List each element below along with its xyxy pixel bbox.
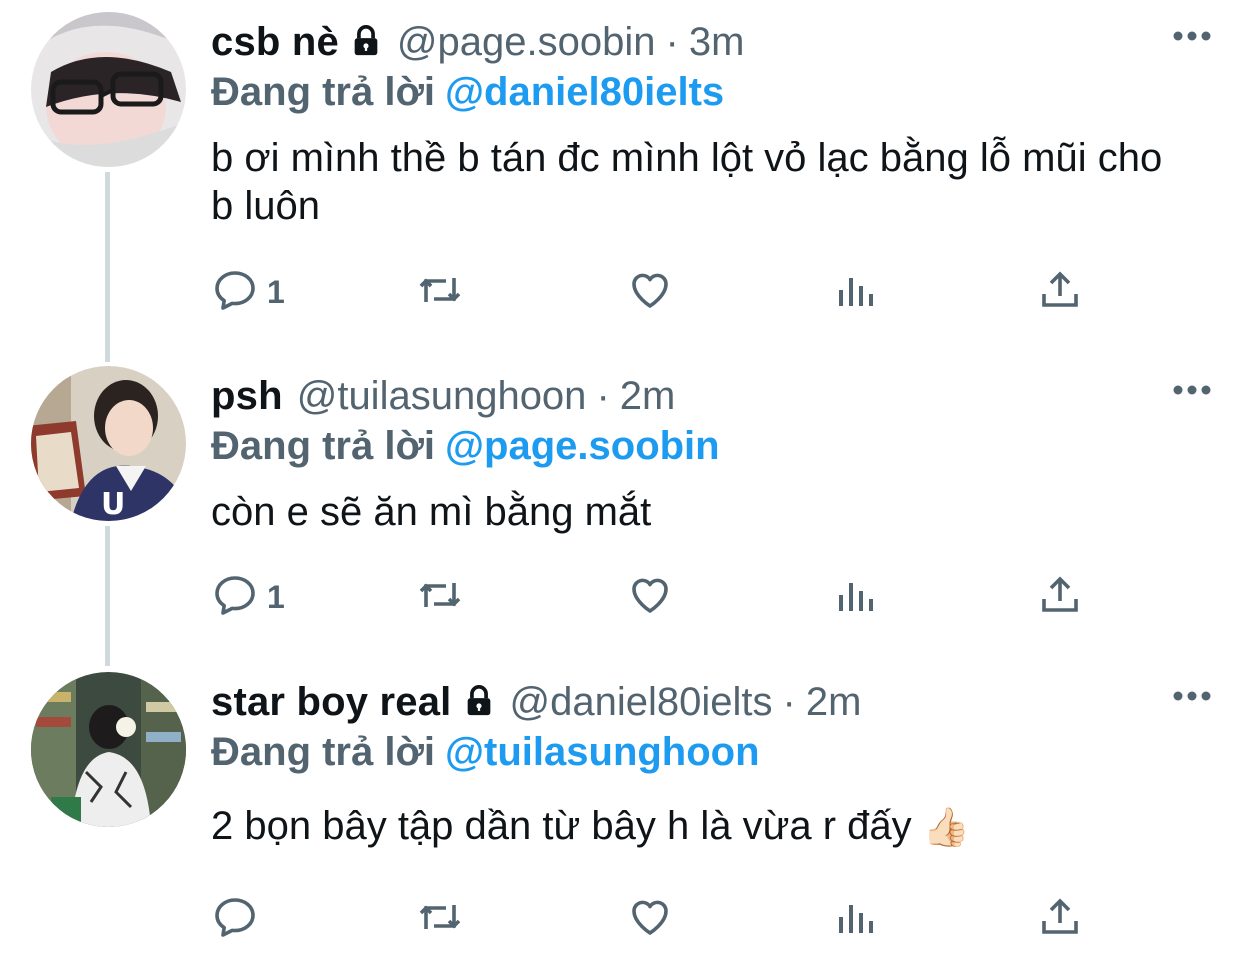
handle[interactable]: @page.soobin <box>397 20 656 65</box>
tweet-header: csb nè @page.soobin · 3m <box>211 12 744 72</box>
separator: · <box>665 19 679 64</box>
analytics-button[interactable] <box>831 572 879 622</box>
reply-icon <box>211 571 259 624</box>
analytics-button[interactable] <box>831 267 879 317</box>
display-name[interactable]: psh <box>211 374 283 419</box>
analytics-icon <box>831 893 879 946</box>
replying-to: Đang trả lời @daniel80ielts <box>211 70 724 115</box>
reply-icon <box>211 266 259 319</box>
like-icon <box>626 571 674 624</box>
reply-button[interactable]: 1 <box>211 267 285 317</box>
analytics-icon <box>831 266 879 319</box>
like-button[interactable] <box>626 894 674 944</box>
reply-count: 1 <box>267 578 285 615</box>
thumbs-up-emoji: 👍🏻 <box>922 807 971 850</box>
handle[interactable]: @daniel80ielts <box>510 680 773 725</box>
retweet-button[interactable] <box>416 894 464 944</box>
replying-to: Đang trả lời @page.soobin <box>211 424 720 469</box>
tweet[interactable]: csb nè @page.soobin · 3m Đang trả lời @da… <box>0 12 1242 342</box>
timestamp[interactable]: 2m <box>806 680 862 725</box>
share-icon <box>1036 266 1084 319</box>
display-name[interactable]: star boy real <box>211 680 452 725</box>
avatar[interactable] <box>31 672 186 827</box>
share-button[interactable] <box>1036 267 1084 317</box>
replying-label: Đang trả lời <box>211 70 436 114</box>
reply-count: 1 <box>267 273 285 310</box>
tweet-text: b ơi mình thề b tán đc mình lột vỏ lạc b… <box>211 136 1163 228</box>
mention-link[interactable]: @tuilasunghoon <box>445 730 760 774</box>
more-icon[interactable] <box>1172 684 1212 708</box>
reply-icon <box>211 893 259 946</box>
retweet-button[interactable] <box>416 572 464 622</box>
like-button[interactable] <box>626 267 674 317</box>
tweet-actions: 1 <box>211 267 1171 317</box>
tweet-actions <box>211 894 1171 944</box>
lock-icon <box>349 23 383 57</box>
tweet-header: psh @tuilasunghoon · 2m <box>211 366 675 426</box>
more-icon[interactable] <box>1172 24 1212 48</box>
more-icon[interactable] <box>1172 378 1212 402</box>
like-icon <box>626 266 674 319</box>
timestamp[interactable]: 3m <box>689 20 745 65</box>
share-icon <box>1036 893 1084 946</box>
replying-label: Đang trả lời <box>211 730 436 774</box>
reply-button[interactable] <box>211 894 267 944</box>
svg-text:U: U <box>101 487 125 521</box>
retweet-icon <box>416 893 464 946</box>
share-icon <box>1036 571 1084 624</box>
tweet-actions: 1 <box>211 572 1171 622</box>
reply-button[interactable]: 1 <box>211 572 285 622</box>
separator: · <box>596 373 610 418</box>
avatar[interactable] <box>31 12 186 167</box>
handle[interactable]: @tuilasunghoon <box>297 374 587 419</box>
share-button[interactable] <box>1036 572 1084 622</box>
like-icon <box>626 893 674 946</box>
replying-to: Đang trả lời @tuilasunghoon <box>211 730 760 775</box>
like-button[interactable] <box>626 572 674 622</box>
mention-link[interactable]: @daniel80ielts <box>445 70 724 114</box>
tweet-header: star boy real @daniel80ielts · 2m <box>211 672 861 732</box>
retweet-button[interactable] <box>416 267 464 317</box>
avatar[interactable]: U <box>31 366 186 521</box>
tweet-text-container: 2 bọn bây tập dần từ bây h là vừa r đấy … <box>211 802 1211 852</box>
analytics-icon <box>831 571 879 624</box>
separator: · <box>782 679 796 724</box>
lock-icon <box>462 683 496 717</box>
retweet-icon <box>416 266 464 319</box>
share-button[interactable] <box>1036 894 1084 944</box>
replying-label: Đang trả lời <box>211 424 436 468</box>
tweet[interactable]: U psh @tuilasunghoon · 2m Đang trả lời @p… <box>0 366 1242 636</box>
timestamp[interactable]: 2m <box>620 374 676 419</box>
retweet-icon <box>416 571 464 624</box>
tweet-text: 2 bọn bây tập dần từ bây h là vừa r đấy <box>211 804 912 848</box>
analytics-button[interactable] <box>831 894 879 944</box>
tweet-text: còn e sẽ ăn mì bằng mắt <box>211 490 652 534</box>
display-name[interactable]: csb nè <box>211 20 339 65</box>
tweet[interactable]: star boy real @daniel80ielts · 2m Đang t… <box>0 672 1242 962</box>
mention-link[interactable]: @page.soobin <box>445 424 720 468</box>
